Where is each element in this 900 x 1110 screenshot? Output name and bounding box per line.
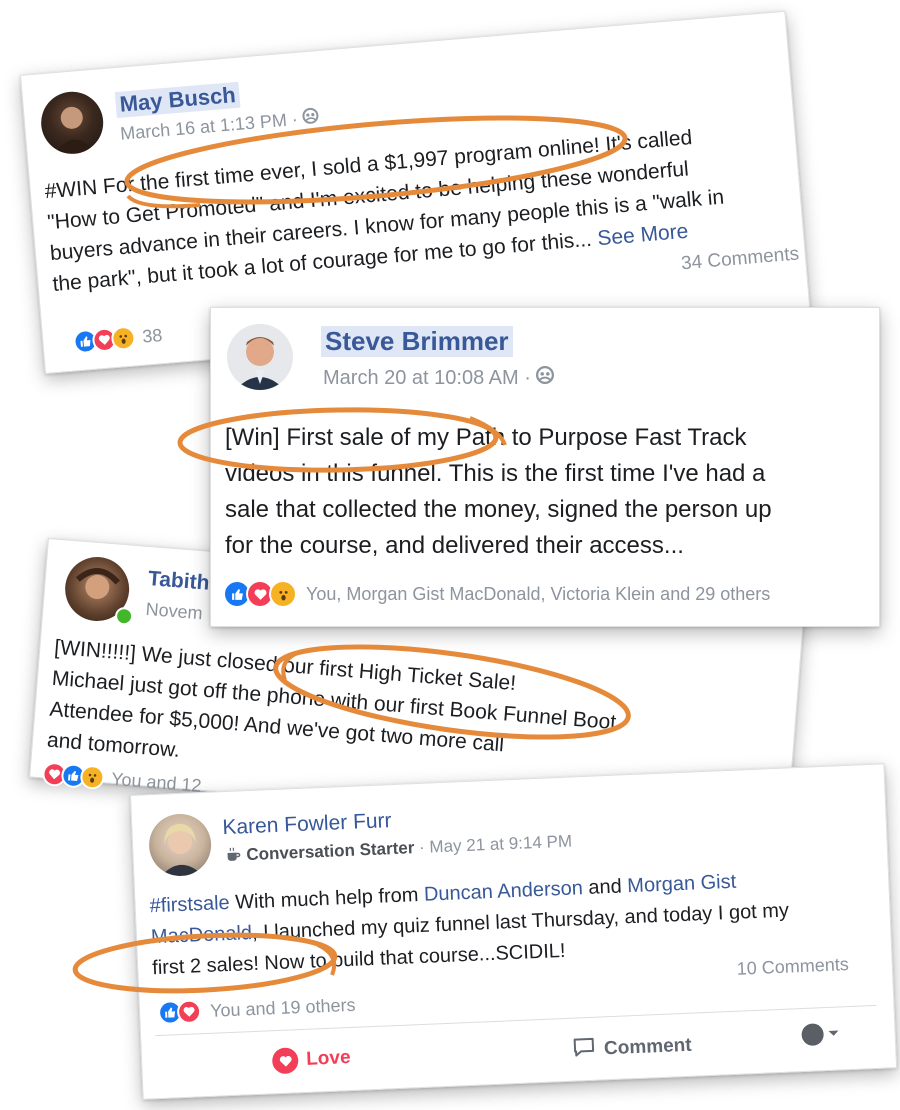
author-name[interactable]: Tabith xyxy=(147,567,210,596)
author-name[interactable]: Karen Fowler Furr xyxy=(222,809,392,840)
post-body-line: sale that collected the money, signed th… xyxy=(225,496,772,523)
wow-icon xyxy=(79,764,106,791)
comments-count[interactable]: 10 Comments xyxy=(736,954,849,980)
comment-button[interactable]: Comment xyxy=(571,1031,692,1066)
comment-button-label: Comment xyxy=(603,1034,693,1060)
mention-link[interactable]: MacDonald xyxy=(151,922,253,948)
post-body-line: for the course, and delivered their acce… xyxy=(225,532,684,559)
post-card-steve-brimmer: Steve Brimmer March 20 at 10:08 AM · [Wi… xyxy=(210,307,880,627)
post-body-line: [Win] First sale of my Path to Purpose F… xyxy=(225,424,747,451)
profile-switcher[interactable] xyxy=(801,1023,840,1047)
reactions-summary[interactable]: 38 xyxy=(72,323,164,355)
avatar[interactable] xyxy=(227,324,293,390)
reactions-summary[interactable]: You and 19 others xyxy=(157,993,356,1026)
see-more-link[interactable]: See More xyxy=(597,220,690,251)
chevron-down-icon xyxy=(827,1025,840,1043)
author-name[interactable]: May Busch xyxy=(114,81,241,119)
post-body-text: and xyxy=(582,875,628,900)
comments-count[interactable]: 34 Comments xyxy=(680,243,800,275)
reactors-text[interactable]: You and 19 others xyxy=(210,994,356,1021)
avatar[interactable] xyxy=(147,812,213,878)
author-name[interactable]: Steve Brimmer xyxy=(321,326,513,357)
reactions-summary[interactable]: You, Morgan Gist MacDonald, Victoria Kle… xyxy=(223,580,770,608)
online-status-dot xyxy=(114,606,134,626)
love-button[interactable]: Love xyxy=(271,1045,351,1075)
post-body: [Win] First sale of my Path to Purpose F… xyxy=(225,420,772,564)
avatar xyxy=(801,1023,825,1047)
avatar[interactable] xyxy=(38,89,106,157)
love-icon xyxy=(271,1047,299,1075)
timestamp[interactable]: May 21 at 9:14 PM xyxy=(429,832,572,857)
wow-icon xyxy=(269,580,297,608)
post-body-text: With much help from xyxy=(229,883,425,914)
post-timestamp[interactable]: March 20 at 10:08 AM · xyxy=(323,366,555,390)
wow-icon xyxy=(110,325,137,352)
mention-link[interactable]: Duncan Anderson xyxy=(424,877,584,906)
group-icon xyxy=(302,107,320,128)
coffee-icon xyxy=(225,846,242,868)
love-button-label: Love xyxy=(305,1047,351,1070)
timestamp[interactable]: March 20 at 10:08 AM xyxy=(323,367,519,389)
hashtag-link[interactable]: #firstsale xyxy=(149,892,230,917)
timestamp[interactable]: Novem xyxy=(145,599,203,624)
reaction-count: 38 xyxy=(141,324,164,347)
mention-link[interactable]: Morgan Gist xyxy=(627,871,737,898)
post-card-karen-fowler-furr: Karen Fowler Furr Conversation Starter ·… xyxy=(130,763,898,1100)
post-body-line: videos in this funnel. This is the first… xyxy=(225,460,766,487)
love-icon xyxy=(176,999,202,1025)
group-icon xyxy=(536,366,555,389)
reactors-text[interactable]: You, Morgan Gist MacDonald, Victoria Kle… xyxy=(306,584,770,605)
comment-icon xyxy=(571,1035,596,1066)
badge-label[interactable]: Conversation Starter xyxy=(246,838,415,864)
